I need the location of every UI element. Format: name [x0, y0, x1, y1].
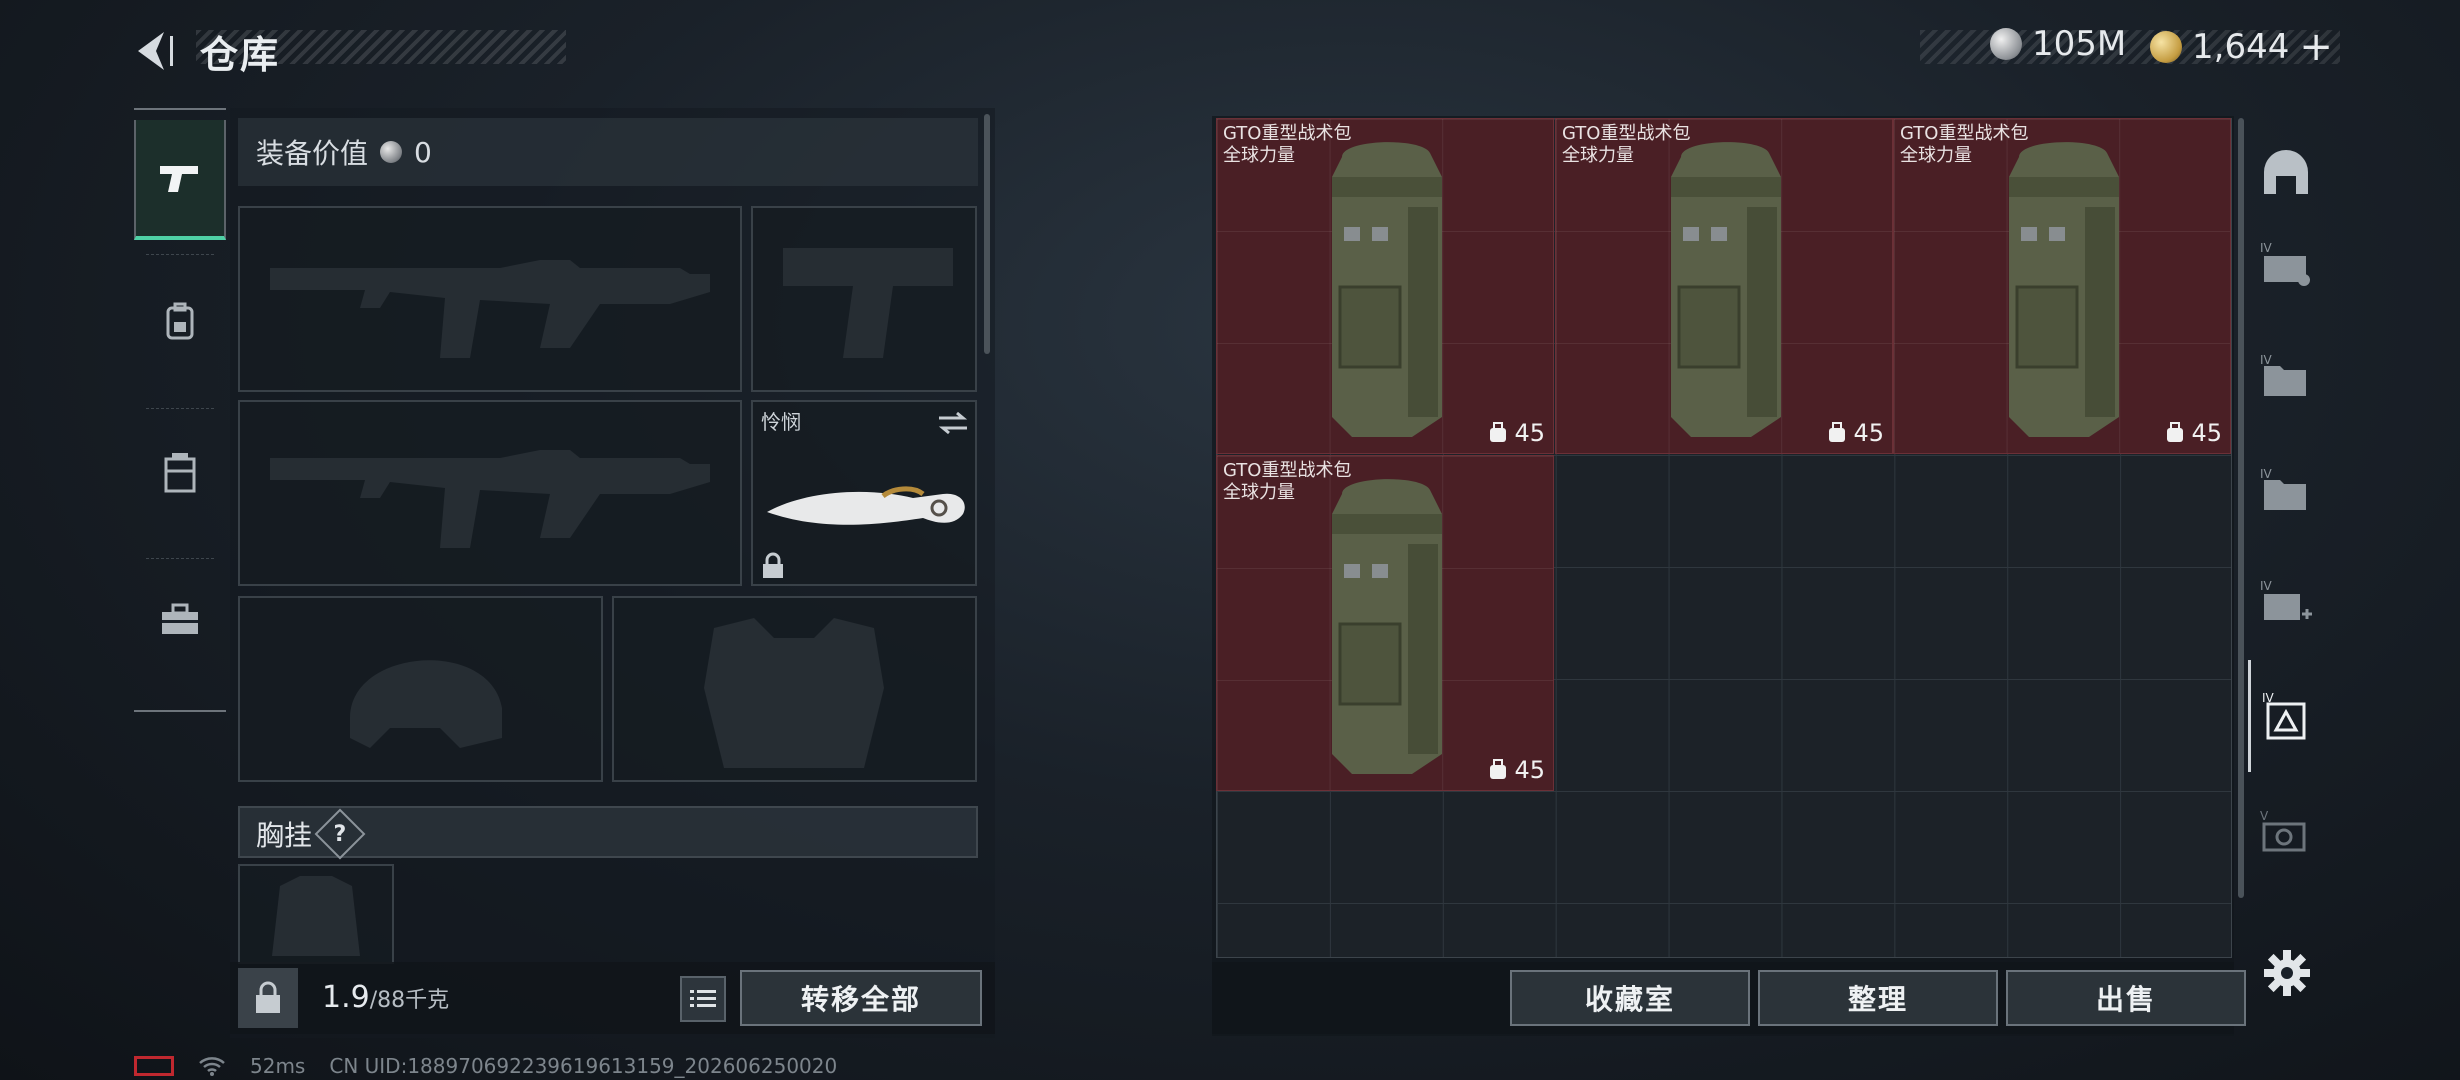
melee-slot[interactable]: 怜悯 — [751, 400, 977, 586]
karambit-knife-icon — [767, 486, 965, 525]
silver-coin-icon — [1990, 28, 2022, 60]
rnav-item-folder[interactable]: IV — [2248, 320, 2324, 432]
gold-coin-icon — [2150, 31, 2182, 63]
transfer-all-button[interactable]: 转移全部 — [740, 970, 982, 1026]
battery-icon — [134, 1056, 174, 1076]
item-capacity: 45 — [1827, 419, 1884, 447]
equipment-value-amount: 0 — [414, 135, 432, 169]
svg-text:IV: IV — [2260, 467, 2273, 481]
page-title: 仓库 — [200, 33, 281, 77]
backpack-image-icon — [2009, 142, 2119, 437]
grid-item-backpack[interactable]: GTO重型战术包 全球力量 45 — [1893, 118, 2231, 454]
tier4-folder-icon: IV — [2260, 353, 2306, 396]
nav-item-backpack[interactable] — [134, 262, 226, 382]
nav-item-chest-rig[interactable] — [134, 414, 226, 534]
silver-currency: 105M — [1990, 24, 2126, 64]
silver-coin-icon — [380, 141, 403, 163]
backpack-image-icon — [1671, 142, 1781, 437]
gold-currency[interactable]: 1,644 + — [2150, 24, 2333, 70]
help-symbol: ? — [333, 821, 347, 847]
nav-item-toolbox[interactable] — [134, 560, 226, 680]
tier4-case-icon: IV — [2260, 241, 2310, 286]
item-capacity: 45 — [1488, 419, 1545, 447]
chest-rig-section: 胸挂 ? — [256, 808, 366, 860]
swap-icon[interactable] — [937, 410, 969, 436]
melee-name: 怜悯 — [761, 410, 801, 434]
backpack-capacity-icon — [2167, 422, 2184, 442]
rifle-silhouette-icon — [270, 260, 710, 358]
sell-button[interactable]: 出售 — [2006, 970, 2246, 1026]
lock-icon — [763, 552, 783, 578]
silver-amount: 105M — [2032, 24, 2127, 64]
rnav-item-safe[interactable]: V — [2248, 776, 2324, 888]
right-nav: IV IV IV IV IV V — [2248, 116, 2324, 896]
pistol-icon — [160, 166, 198, 192]
toolbox-icon — [162, 603, 198, 634]
chest-rig-label: 胸挂 — [256, 819, 313, 852]
equipment-value: 装备价值 0 — [256, 132, 432, 172]
vest-silhouette-icon — [704, 618, 884, 768]
equipment-value-label: 装备价值 — [256, 137, 369, 170]
carry-weight: 1.9/88千克 — [322, 980, 449, 1015]
svg-text:IV: IV — [2260, 241, 2273, 255]
item-capacity: 45 — [2165, 419, 2222, 447]
backpack-image-icon — [1332, 142, 1442, 437]
chest-rig-slot[interactable] — [238, 864, 394, 964]
safe-lock-icon — [256, 981, 280, 1013]
helmet-silhouette-icon — [350, 660, 502, 748]
wifi-icon — [199, 1057, 225, 1076]
left-nav — [134, 108, 226, 712]
storage-scrollbar[interactable] — [2238, 118, 2244, 898]
armor-slot[interactable] — [612, 596, 977, 782]
svg-text:IV: IV — [2260, 579, 2273, 593]
rnav-item-medkit[interactable]: IV — [2248, 546, 2324, 658]
weight-current: 1.9 — [322, 980, 370, 1015]
user-uid: CN UID:18897069223961961315​9_2026062500… — [329, 1054, 838, 1078]
grid-item-backpack[interactable]: GTO重型战术包 全球力量 45 — [1555, 118, 1893, 454]
chest-rig-silhouette-icon — [272, 876, 360, 956]
status-bar: 52ms CN UID:18897069223961961315​9_20260… — [134, 1054, 837, 1078]
back-arrow-icon[interactable] — [130, 26, 180, 76]
secondary-weapon-slot[interactable] — [238, 400, 742, 586]
backpack-image-icon — [1332, 479, 1442, 774]
list-icon — [690, 990, 716, 1007]
item-capacity: 45 — [1488, 756, 1545, 784]
rnav-item-backpack[interactable]: IV — [2248, 660, 2324, 772]
helmet-slot[interactable] — [238, 596, 603, 782]
tier5-safe-icon: V — [2260, 809, 2306, 852]
help-button[interactable]: ? — [314, 808, 366, 860]
rnav-item-case[interactable]: IV — [2248, 208, 2324, 320]
add-currency-button[interactable]: + — [2299, 24, 2333, 70]
backpack-icon — [166, 302, 194, 340]
backpack-capacity-icon — [1490, 422, 1507, 442]
grid-item-backpack[interactable]: GTO重型战术包 全球力量 45 — [1216, 118, 1554, 454]
svg-text:IV: IV — [2260, 353, 2273, 367]
tier4-medkit-icon: IV — [2260, 579, 2312, 620]
chest-rig-icon — [164, 453, 196, 493]
settings-gear-icon[interactable] — [2262, 948, 2312, 998]
backpack-capacity-icon — [1829, 422, 1846, 442]
weight-max: /88千克 — [369, 988, 450, 1013]
gold-amount: 1,644 — [2192, 27, 2290, 67]
equipment-scrollbar[interactable] — [984, 114, 990, 354]
hideout-icon — [2264, 150, 2308, 194]
backpack-capacity-icon — [1490, 759, 1507, 779]
sort-button[interactable]: 整理 — [1758, 970, 1998, 1026]
pistol-slot[interactable] — [751, 206, 977, 392]
primary-weapon-slot[interactable] — [238, 206, 742, 392]
collection-room-button[interactable]: 收藏室 — [1510, 970, 1750, 1026]
tier4-folder-2-icon: IV — [2260, 467, 2306, 510]
rnav-item-folder-2[interactable]: IV — [2248, 434, 2324, 546]
ping-value: 52ms — [250, 1054, 306, 1078]
pistol-silhouette-icon — [783, 248, 953, 358]
tier4-backpack-icon: IV — [2262, 691, 2305, 740]
list-view-button[interactable] — [680, 976, 726, 1022]
svg-text:V: V — [2260, 809, 2269, 823]
rifle-silhouette-icon — [270, 450, 710, 548]
grid-item-backpack[interactable]: GTO重型战术包 全球力量 45 — [1216, 455, 1554, 791]
safe-case-button[interactable] — [238, 968, 298, 1028]
nav-item-weapons[interactable] — [134, 120, 226, 240]
